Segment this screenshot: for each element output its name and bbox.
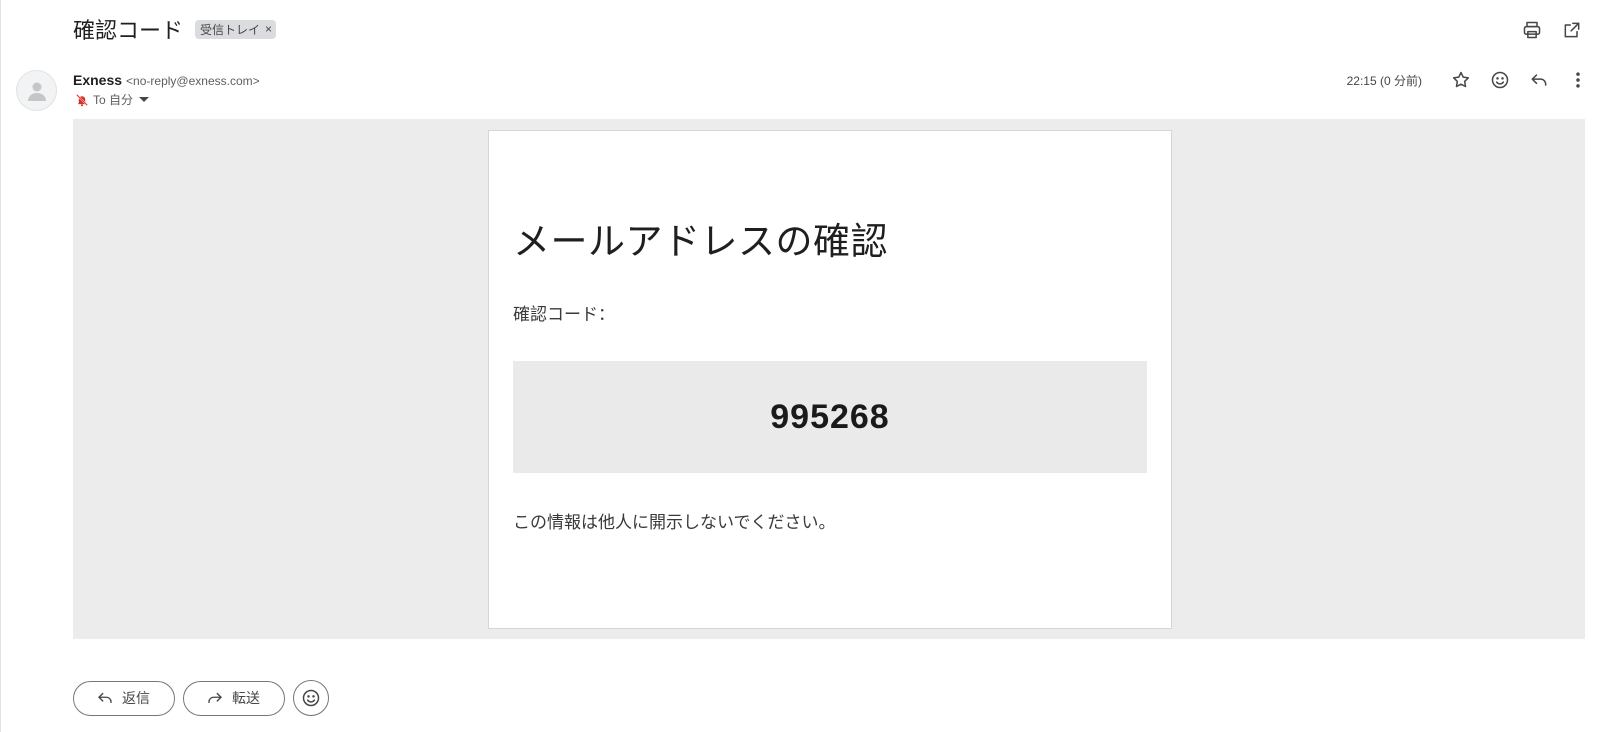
label-chip-inbox[interactable]: 受信トレイ × — [195, 19, 277, 39]
print-button[interactable] — [1518, 16, 1546, 44]
show-details-dropdown[interactable] — [139, 97, 150, 102]
subject-row: 確認コード 受信トレイ × — [73, 14, 277, 44]
verification-code[interactable]: 995268 — [770, 398, 889, 437]
reply-label: 返信 — [122, 690, 150, 706]
sender-email: <no-reply@exness.com> — [126, 74, 260, 88]
code-label: 確認コード： — [513, 305, 615, 324]
email-title: メールアドレスの確認 — [513, 221, 888, 262]
verification-code-box: 995268 — [513, 361, 1147, 473]
recipient-label: To 自分 — [93, 93, 134, 107]
reply-button[interactable] — [1525, 66, 1553, 94]
email-body: メールアドレスの確認 確認コード： 995268 この情報は他人に開示しないでく… — [73, 119, 1585, 639]
timestamp: 22:15 (0 分前) — [1346, 73, 1422, 88]
star-button[interactable] — [1447, 66, 1475, 94]
emoji-icon — [1491, 71, 1509, 89]
reply-pill-button[interactable]: 返信 — [73, 680, 175, 716]
person-icon — [27, 82, 46, 101]
add-reaction-button[interactable] — [1486, 66, 1514, 94]
privacy-notice: この情報は他人に開示しないでください。 — [513, 513, 836, 532]
recipient-line: To 自分 — [75, 91, 150, 108]
reply-bar: 返信 転送 — [73, 680, 329, 716]
sender-avatar[interactable] — [16, 70, 57, 111]
email-card: メールアドレスの確認 確認コード： 995268 この情報は他人に開示しないでく… — [488, 130, 1172, 629]
email-subject: 確認コード — [73, 18, 184, 43]
more-vert-icon — [1576, 72, 1580, 88]
left-divider — [0, 0, 1, 732]
star-icon — [1452, 71, 1470, 88]
more-options-button[interactable] — [1564, 66, 1592, 94]
remove-label-button[interactable]: × — [265, 22, 272, 36]
reply-icon — [98, 692, 112, 704]
emoji-icon — [302, 689, 320, 707]
sender-line: Exness <no-reply@exness.com> — [73, 72, 260, 88]
sender-name[interactable]: Exness — [73, 72, 122, 88]
reply-icon — [1531, 74, 1547, 86]
open-in-new-window-button[interactable] — [1558, 16, 1586, 44]
emoji-reaction-button[interactable] — [293, 680, 329, 716]
forward-pill-button[interactable]: 転送 — [183, 680, 285, 716]
unverified-sender-icon[interactable] — [75, 93, 89, 107]
print-icon — [1523, 21, 1541, 39]
forward-icon — [208, 692, 222, 704]
label-chip-text: 受信トレイ — [200, 22, 261, 37]
open-in-new-window-icon — [1564, 22, 1580, 38]
forward-label: 転送 — [232, 690, 260, 706]
message-meta: 22:15 (0 分前) — [1347, 66, 1592, 94]
thread-actions — [1518, 16, 1586, 44]
